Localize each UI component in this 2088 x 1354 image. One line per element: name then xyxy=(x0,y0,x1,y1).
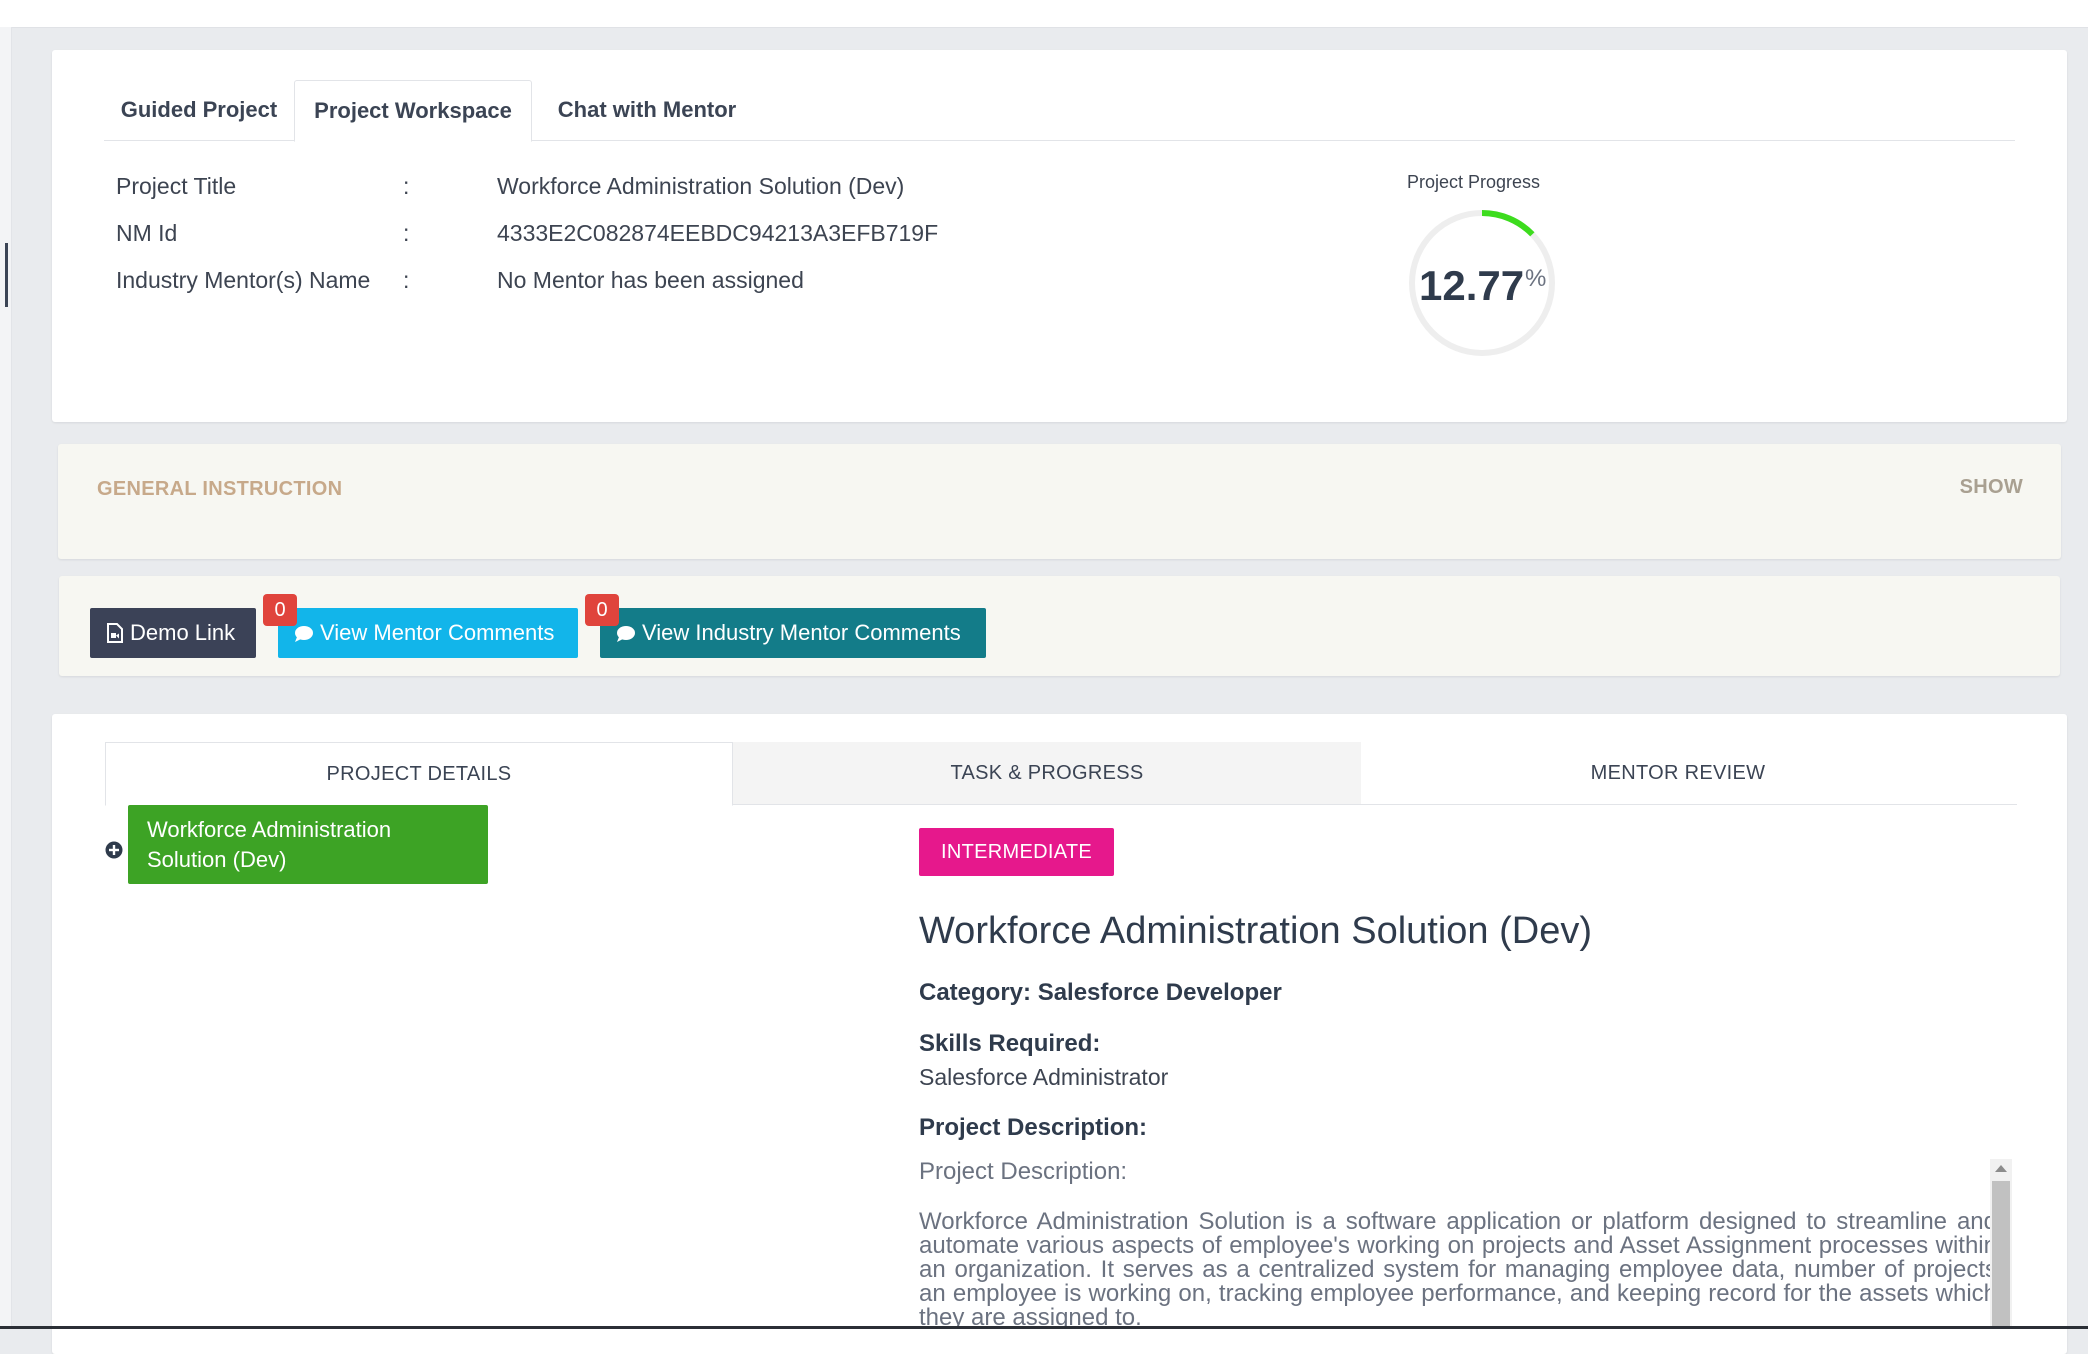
project-details-card: PROJECT DETAILS TASK & PROGRESS MENTOR R… xyxy=(52,714,2067,1354)
scroll-thumb[interactable] xyxy=(1992,1181,2010,1329)
workspace-tabs: Guided Project Project Workspace Chat wi… xyxy=(104,80,2015,142)
left-rail-indicator xyxy=(5,243,8,307)
project-title-label: Project Title xyxy=(116,173,237,199)
progress-arc xyxy=(1481,210,1535,237)
project-description-label: Project Description: xyxy=(919,1114,1148,1141)
project-title-value: Workforce Administration Solution (Dev) xyxy=(497,173,905,199)
scroll-up-arrow-icon[interactable] xyxy=(1995,1165,2007,1172)
details-tabs: PROJECT DETAILS TASK & PROGRESS MENTOR R… xyxy=(105,742,2017,806)
general-instruction-title: GENERAL INSTRUCTION xyxy=(97,478,343,500)
tab-project-details[interactable]: PROJECT DETAILS xyxy=(105,742,733,806)
colon: : xyxy=(403,173,410,199)
tab-guided-project[interactable]: Guided Project xyxy=(104,80,294,140)
category-line: Category: Salesforce Developer xyxy=(919,979,1282,1006)
skills-required-label: Skills Required: xyxy=(919,1030,1101,1057)
left-rail xyxy=(0,27,12,1329)
demo-link-label: Demo Link xyxy=(130,620,236,645)
expand-plus-icon[interactable] xyxy=(105,841,123,859)
file-video-icon xyxy=(107,623,123,643)
view-mentor-comments-label: View Mentor Comments xyxy=(320,620,555,645)
comment-icon xyxy=(295,626,313,642)
demo-link-button[interactable]: Demo Link xyxy=(90,608,256,658)
colon: : xyxy=(403,220,410,246)
show-instruction-toggle[interactable]: SHOW xyxy=(1960,476,2023,499)
industry-mentor-value: No Mentor has been assigned xyxy=(497,267,804,293)
skills-required-value: Salesforce Administrator xyxy=(919,1064,1169,1090)
view-industry-mentor-comments-button[interactable]: View Industry Mentor Comments xyxy=(600,608,986,658)
level-badge: INTERMEDIATE xyxy=(919,828,1115,876)
project-progress-label: Project Progress xyxy=(1407,172,1541,192)
tab-mentor-review[interactable]: MENTOR REVIEW xyxy=(1363,742,1993,804)
nm-id-label: NM Id xyxy=(116,220,178,246)
project-description-text: Workforce Administration Solution is a s… xyxy=(919,1208,1997,1329)
tab-chat-with-mentor[interactable]: Chat with Mentor xyxy=(530,80,764,140)
project-heading: Workforce Administration Solution (Dev) xyxy=(919,910,1592,952)
tree-node-project[interactable]: Workforce Administration Solution (Dev) xyxy=(128,805,488,884)
top-bar xyxy=(0,0,2088,28)
colon: : xyxy=(403,267,410,293)
tab-task-progress[interactable]: TASK & PROGRESS xyxy=(733,742,1361,804)
project-info-card: Guided Project Project Workspace Chat wi… xyxy=(52,50,2067,422)
project-progress-value: 12.77 xyxy=(1419,262,1525,309)
industry-mentor-label: Industry Mentor(s) Name xyxy=(116,267,371,293)
general-instruction-panel: GENERAL INSTRUCTION SHOW xyxy=(58,444,2061,559)
project-description-subheading: Project Description: xyxy=(919,1158,1128,1185)
project-progress-unit: % xyxy=(1525,265,1547,292)
mentor-comments-count-badge: 0 xyxy=(263,594,297,626)
view-industry-mentor-comments-label: View Industry Mentor Comments xyxy=(642,620,961,645)
comment-icon xyxy=(617,626,635,642)
view-mentor-comments-button[interactable]: View Mentor Comments xyxy=(278,608,578,658)
project-description-box[interactable]: Project Description: Workforce Administr… xyxy=(919,1158,1997,1328)
nm-id-value: 4333E2C082874EEBDC94213A3EFB719F xyxy=(497,220,939,246)
description-scrollbar[interactable] xyxy=(1990,1159,2012,1329)
industry-comments-count-badge: 0 xyxy=(585,594,619,626)
actions-bar: Demo Link View Mentor Comments 0 View In… xyxy=(59,576,2060,676)
tab-project-workspace[interactable]: Project Workspace xyxy=(294,80,532,142)
